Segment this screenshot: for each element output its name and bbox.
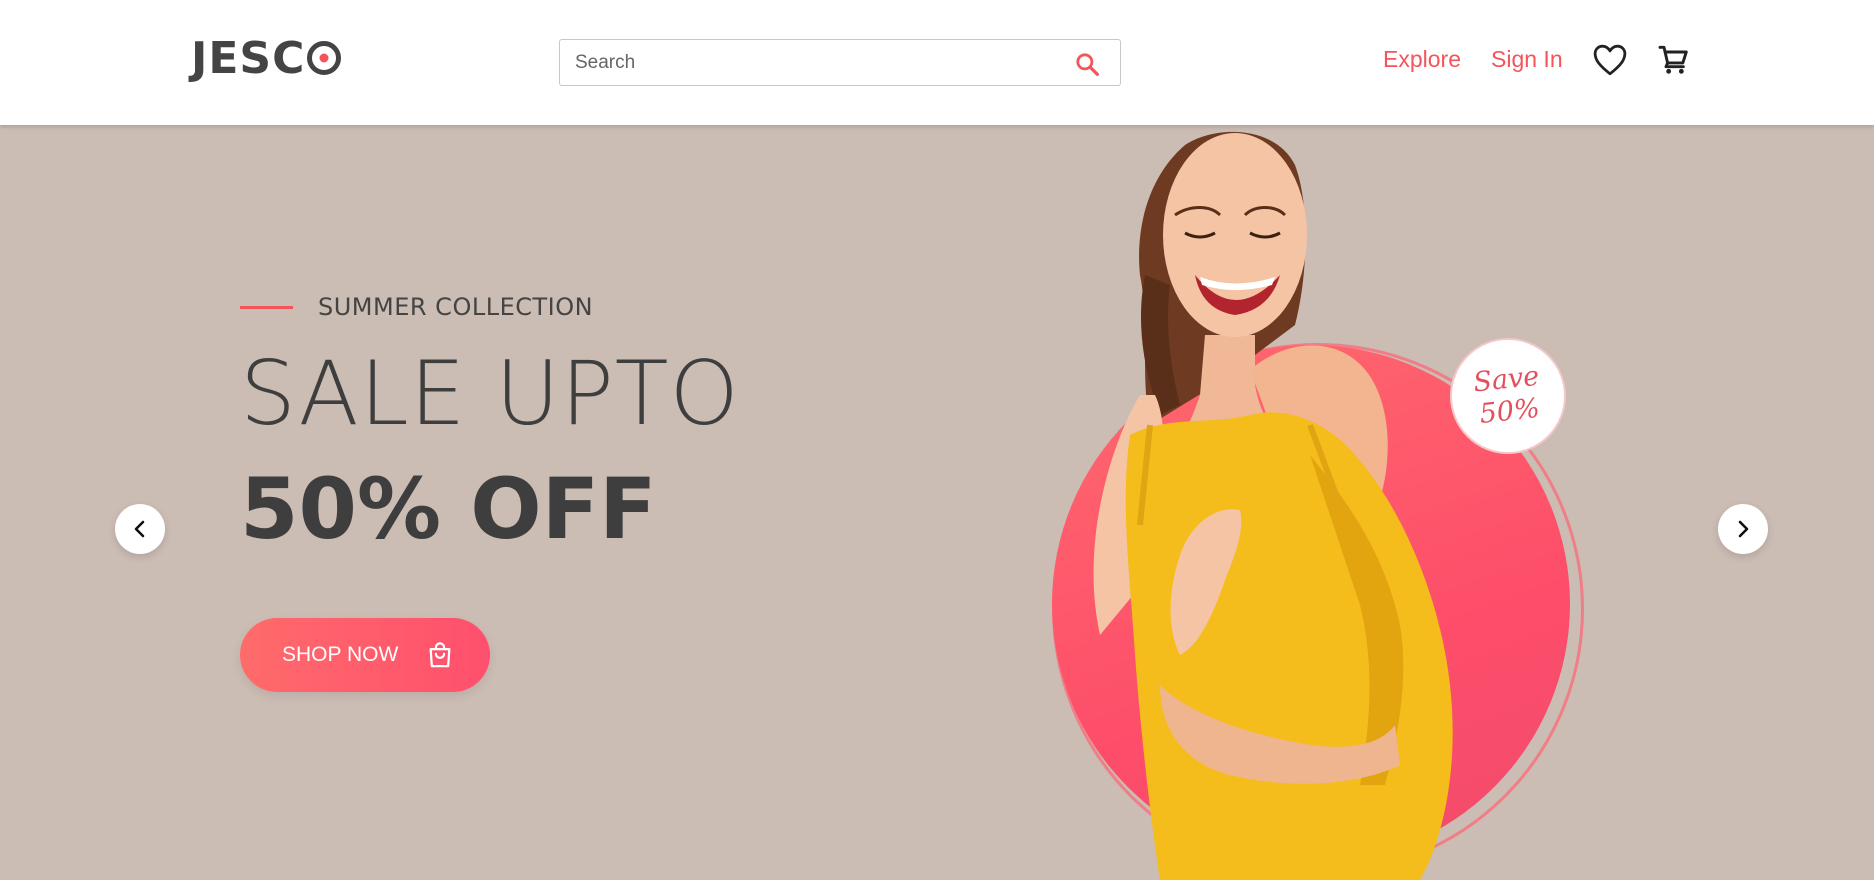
carousel-next-button[interactable] — [1718, 504, 1768, 554]
search-bar — [559, 39, 1121, 86]
shopping-bag-icon — [429, 642, 451, 668]
search-input[interactable] — [560, 40, 1060, 85]
chevron-right-icon — [1738, 520, 1749, 538]
heart-icon[interactable] — [1593, 44, 1627, 76]
site-header: JESC Explore Sign In — [0, 0, 1874, 125]
shop-now-button[interactable]: SHOP NOW — [240, 618, 490, 692]
hero-headline-line-1: SALE UPTO — [240, 342, 740, 445]
eyebrow-accent-line — [240, 306, 293, 309]
cart-icon[interactable] — [1658, 44, 1690, 76]
hero-eyebrow: SUMMER COLLECTION — [318, 293, 594, 321]
nav-explore-link[interactable]: Explore — [1383, 46, 1461, 73]
hero-headline-line-2: 50% OFF — [240, 460, 657, 558]
shop-now-label: SHOP NOW — [282, 643, 399, 666]
carousel-prev-button[interactable] — [115, 504, 165, 554]
hero-banner: SUMMER COLLECTION SALE UPTO 50% OFF SHOP… — [0, 125, 1874, 880]
search-icon[interactable] — [1074, 51, 1100, 77]
nav-sign-in-link[interactable]: Sign In — [1491, 46, 1563, 73]
logo-text: JESC — [191, 32, 306, 84]
badge-line-2: 50% — [1478, 392, 1542, 430]
logo[interactable]: JESC — [191, 32, 342, 84]
logo-o-dot-icon — [307, 41, 342, 75]
hero-model-image — [1093, 131, 1453, 880]
chevron-left-icon — [134, 520, 145, 538]
